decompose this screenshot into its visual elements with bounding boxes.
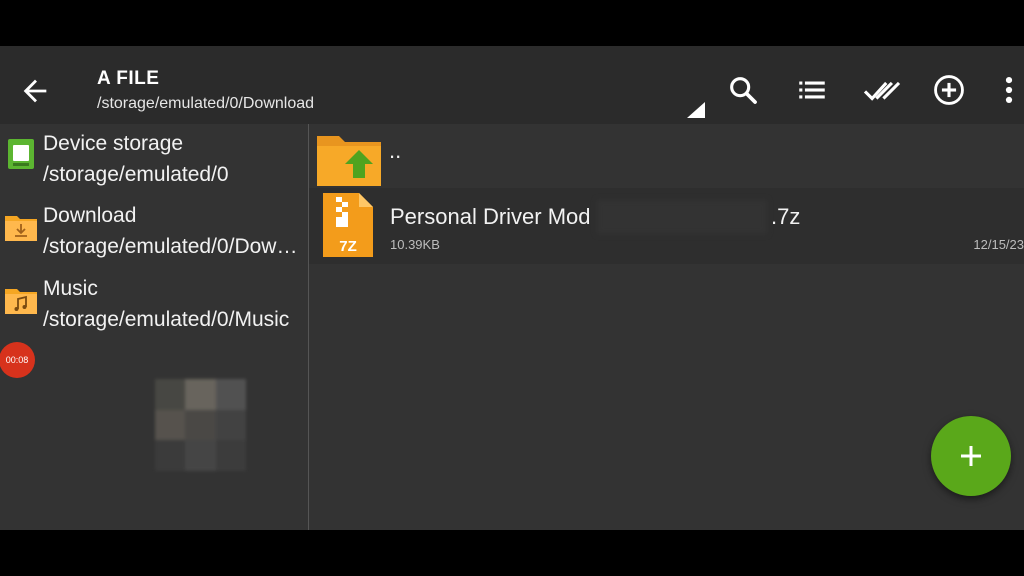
file-name: Personal Driver Mod (390, 204, 591, 229)
parent-directory-row[interactable]: .. (309, 124, 1024, 188)
sidebar-item-path: /storage/emulated/0/Download (43, 235, 305, 258)
folder-up-icon (317, 136, 381, 186)
add-circle-icon (934, 75, 964, 105)
sidebar-item-label: Music (43, 277, 98, 300)
blurred-thumbnail (155, 379, 246, 471)
sidebar-item-label: Device storage (43, 132, 184, 155)
sidebar-item-download[interactable]: Download /storage/emulated/0/Download (0, 196, 308, 268)
list-view-icon (799, 81, 825, 99)
path-dropdown-toggle[interactable] (687, 102, 705, 118)
add-button[interactable] (932, 73, 966, 107)
file-date: 12/15/23 (973, 237, 1024, 252)
sidebar-item-path: /storage/emulated/0 (43, 163, 229, 186)
select-all-button[interactable] (862, 73, 902, 107)
redacted-text (597, 200, 767, 234)
add-fab-button[interactable] (931, 416, 1011, 496)
svg-text:7Z: 7Z (339, 238, 357, 255)
sidebar: Device storage /storage/emulated/0 Downl… (0, 124, 309, 530)
list-view-button[interactable] (795, 73, 829, 107)
app-window: A FILE /storage/emulated/0/Download Devi… (0, 46, 1024, 530)
back-button[interactable] (18, 74, 52, 108)
page-title: A FILE (97, 68, 160, 89)
toolbar: A FILE /storage/emulated/0/Download (0, 46, 1024, 124)
select-all-icon (863, 81, 901, 101)
current-path: /storage/emulated/0/Download (97, 95, 315, 112)
sidebar-item-music[interactable]: Music /storage/emulated/0/Music (0, 269, 308, 341)
file-extension: .7z (771, 204, 801, 229)
parent-directory-label: .. (389, 138, 402, 163)
sidebar-item-path: /storage/emulated/0/Music (43, 308, 290, 331)
screen-record-badge[interactable]: 00:08 (0, 342, 35, 378)
search-icon (730, 77, 757, 104)
file-size: 10.39KB (390, 237, 440, 252)
dropdown-corner-icon (687, 102, 705, 118)
back-arrow-icon (23, 79, 47, 103)
music-folder-icon (5, 289, 37, 314)
7z-archive-icon: 7Z (323, 193, 373, 257)
download-folder-icon (5, 216, 37, 241)
file-row[interactable]: 7Z Personal Driver Mod .7z 10.39KB 12/15… (309, 188, 1024, 264)
sidebar-item-label: Download (43, 204, 137, 227)
sidebar-item-device-storage[interactable]: Device storage /storage/emulated/0 (0, 124, 308, 196)
device-storage-icon (8, 139, 34, 169)
search-button[interactable] (726, 73, 760, 107)
more-vert-icon (1005, 76, 1013, 104)
plus-icon (961, 446, 981, 466)
more-options-button[interactable] (998, 73, 1020, 107)
file-list: .. 7Z Personal Driver Mod .7z 10.39KB 12… (309, 124, 1024, 530)
